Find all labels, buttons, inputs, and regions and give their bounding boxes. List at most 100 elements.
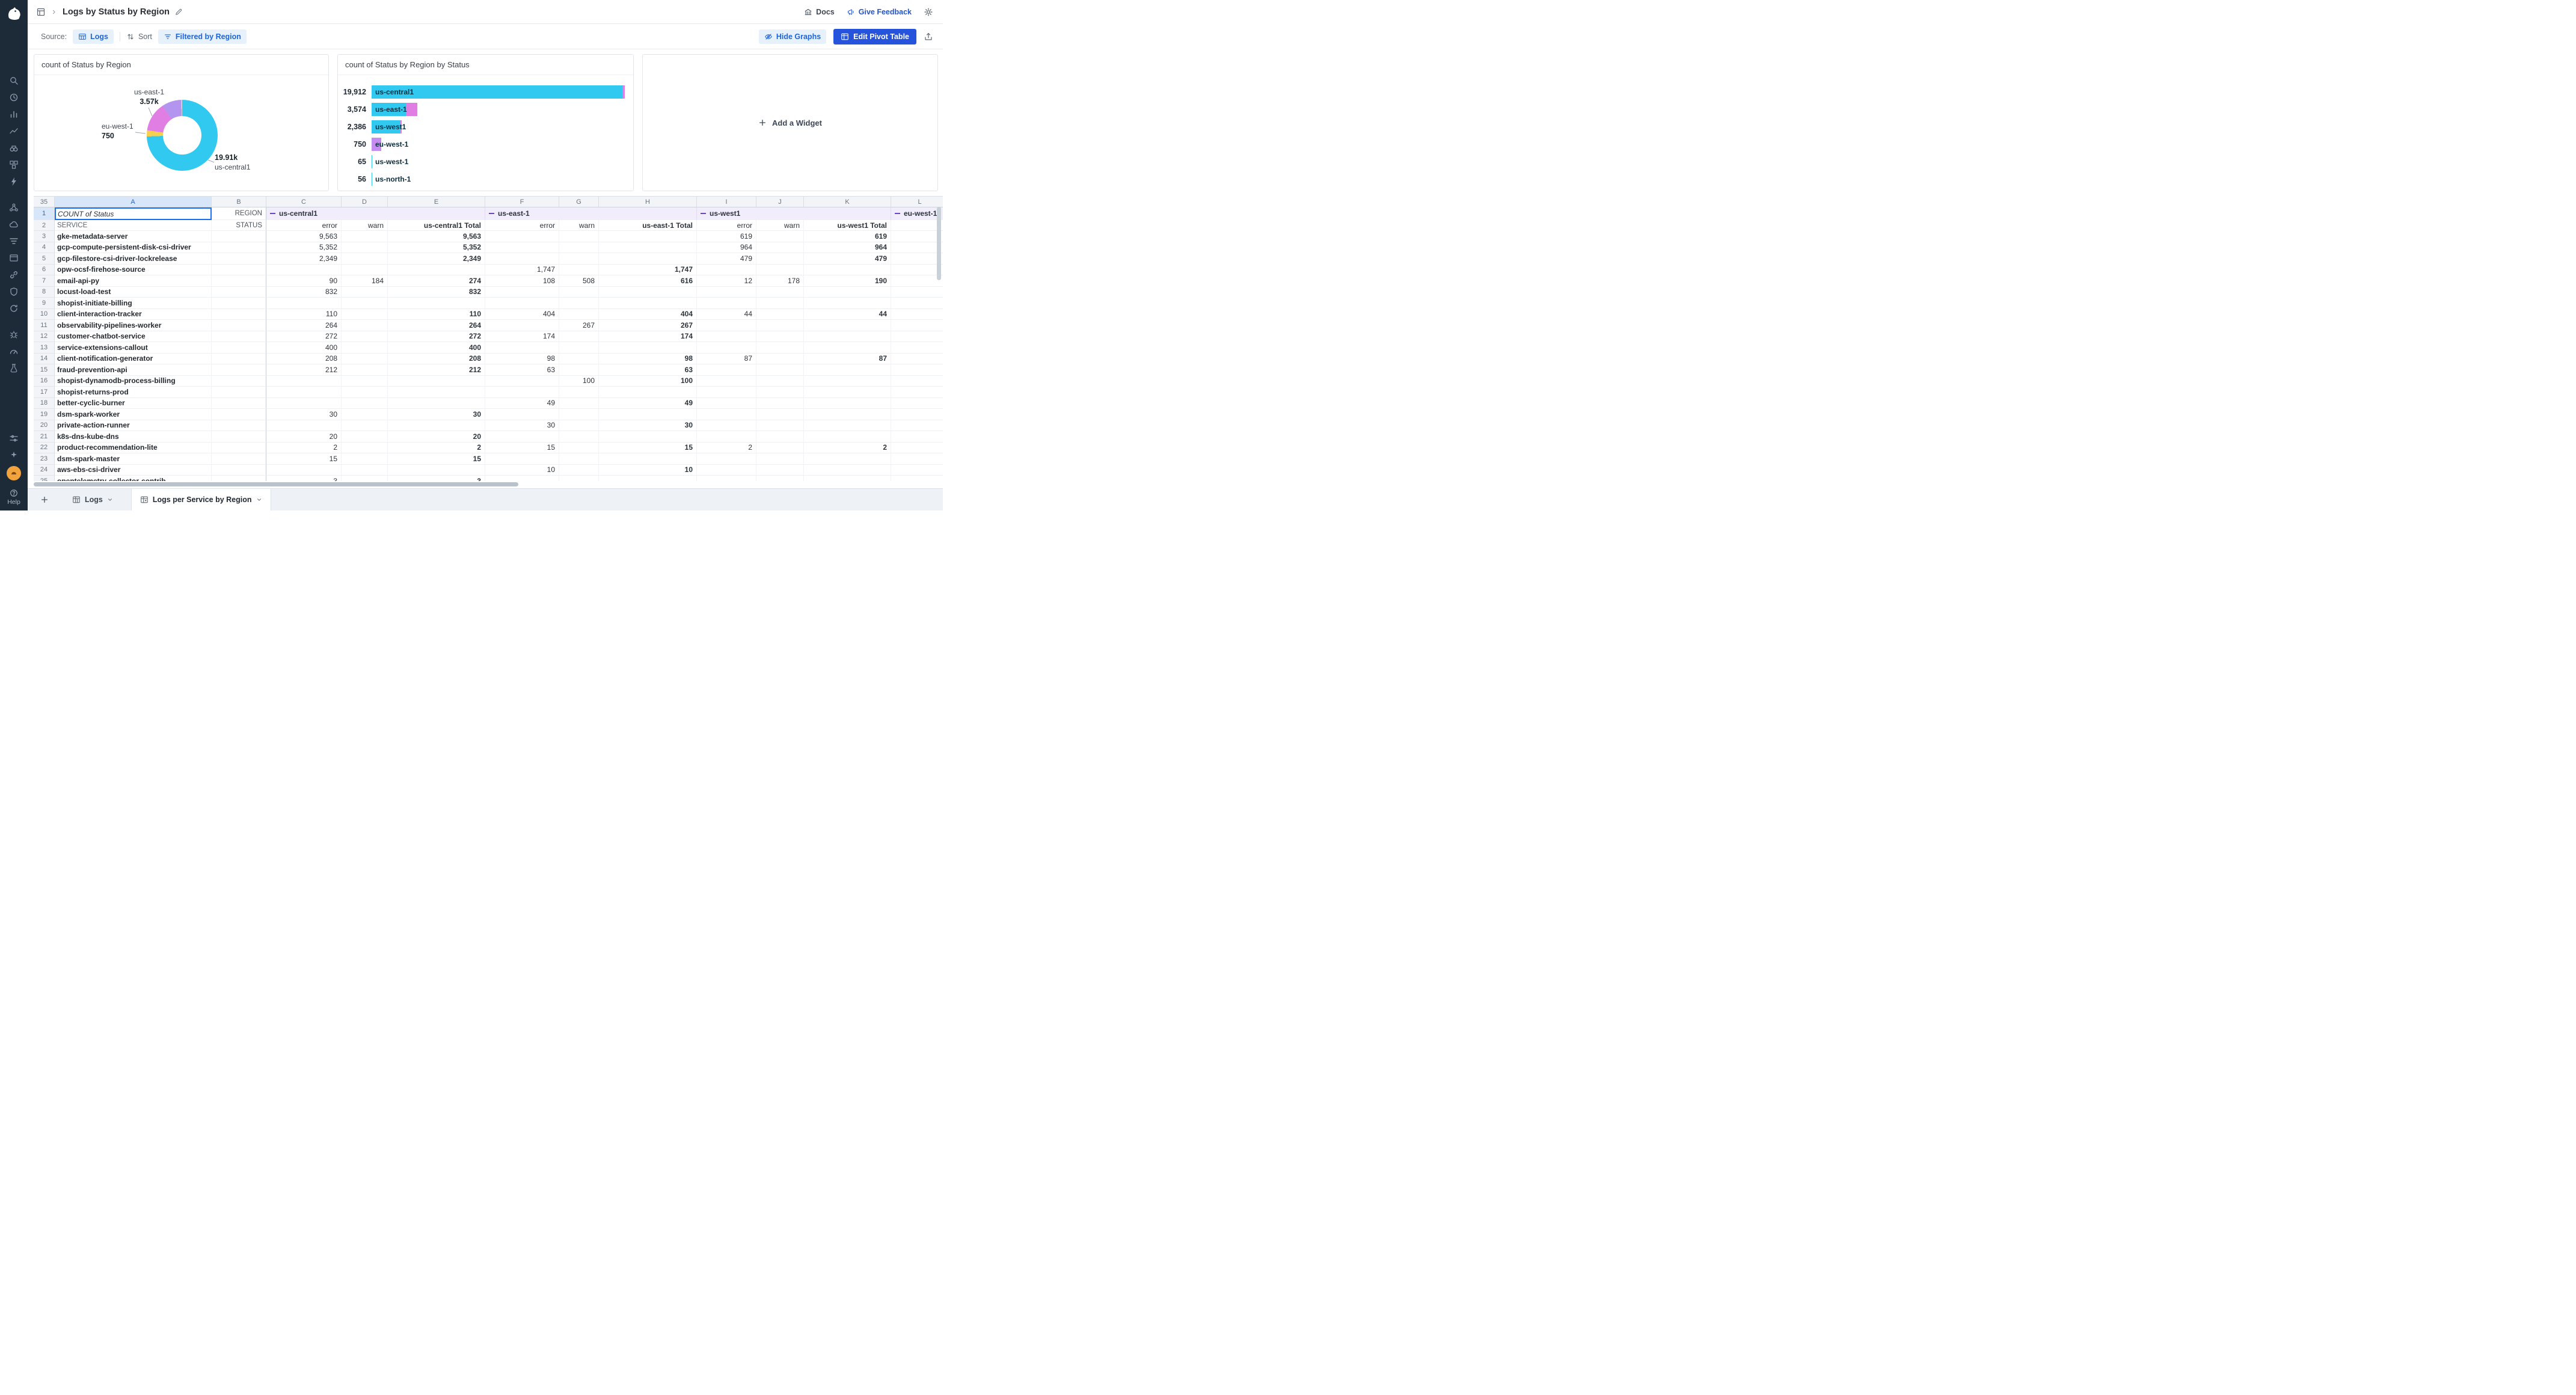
value-cell[interactable]: 508 <box>559 275 599 287</box>
assistant-sparkle-icon[interactable] <box>4 447 23 464</box>
value-cell[interactable] <box>756 309 804 320</box>
value-cell[interactable]: 272 <box>388 331 485 343</box>
row-header-18[interactable]: 18 <box>34 398 55 409</box>
datadog-logo-icon[interactable] <box>5 5 22 22</box>
value-cell[interactable]: 15 <box>599 443 697 454</box>
cell[interactable] <box>891 242 943 254</box>
region-label-cell[interactable]: REGION <box>212 207 266 220</box>
sort-button[interactable]: Sort <box>126 32 152 41</box>
value-cell[interactable]: 479 <box>697 253 756 265</box>
value-cell[interactable] <box>804 364 891 376</box>
vertical-scrollbar[interactable] <box>937 207 941 280</box>
cell[interactable] <box>891 320 943 331</box>
value-cell[interactable]: 619 <box>697 231 756 242</box>
value-cell[interactable]: 30 <box>485 420 559 432</box>
value-cell[interactable] <box>342 253 388 265</box>
value-cell[interactable] <box>804 331 891 343</box>
apm-icon[interactable] <box>4 173 23 190</box>
value-cell[interactable]: 30 <box>388 409 485 420</box>
row-header-19[interactable]: 19 <box>34 409 55 420</box>
value-cell[interactable] <box>559 364 599 376</box>
value-cell[interactable] <box>559 409 599 420</box>
value-cell[interactable]: 100 <box>559 376 599 387</box>
value-cell[interactable]: 110 <box>388 309 485 320</box>
value-cell[interactable] <box>804 431 891 443</box>
value-cell[interactable] <box>559 387 599 398</box>
value-cell[interactable] <box>485 387 559 398</box>
value-cell[interactable] <box>485 409 559 420</box>
value-cell[interactable] <box>756 342 804 354</box>
value-cell[interactable]: 832 <box>388 287 485 298</box>
gear-icon[interactable] <box>924 7 933 17</box>
service-cell[interactable]: product-recommendation-lite <box>55 443 212 454</box>
status-col-header[interactable]: us-central1 Total <box>388 220 485 231</box>
value-cell[interactable] <box>559 342 599 354</box>
value-cell[interactable]: 100 <box>599 376 697 387</box>
value-cell[interactable] <box>756 387 804 398</box>
value-cell[interactable] <box>697 265 756 276</box>
ci-cd-icon[interactable] <box>4 300 23 317</box>
value-cell[interactable]: 87 <box>804 354 891 365</box>
value-cell[interactable] <box>697 453 756 465</box>
cell[interactable] <box>212 476 266 481</box>
value-cell[interactable] <box>559 420 599 432</box>
value-cell[interactable] <box>559 242 599 254</box>
status-col-header[interactable]: warn <box>342 220 388 231</box>
value-cell[interactable]: 964 <box>804 242 891 254</box>
value-cell[interactable] <box>559 476 599 481</box>
value-cell[interactable]: 108 <box>485 275 559 287</box>
row-header-3[interactable]: 3 <box>34 231 55 242</box>
value-cell[interactable] <box>697 409 756 420</box>
column-header-K[interactable]: K <box>804 197 891 207</box>
value-cell[interactable] <box>756 420 804 432</box>
donut-chart[interactable] <box>147 100 218 171</box>
labs-icon[interactable] <box>4 360 23 376</box>
cell[interactable] <box>891 376 943 387</box>
value-cell[interactable] <box>756 431 804 443</box>
value-cell[interactable] <box>804 376 891 387</box>
value-cell[interactable] <box>485 242 559 254</box>
row-header-1[interactable]: 1 <box>34 207 55 220</box>
value-cell[interactable] <box>342 465 388 476</box>
value-cell[interactable] <box>485 231 559 242</box>
value-cell[interactable]: 49 <box>599 398 697 409</box>
status-col-header[interactable]: error <box>697 220 756 231</box>
value-cell[interactable]: 212 <box>266 364 342 376</box>
value-cell[interactable] <box>697 331 756 343</box>
row-header-17[interactable]: 17 <box>34 387 55 398</box>
value-cell[interactable] <box>599 431 697 443</box>
row-header-22[interactable]: 22 <box>34 443 55 454</box>
value-cell[interactable] <box>342 420 388 432</box>
value-cell[interactable]: 49 <box>485 398 559 409</box>
row-header-24[interactable]: 24 <box>34 465 55 476</box>
sheet-grid-icon[interactable] <box>36 7 46 17</box>
region-group-us-central1[interactable]: us-central1 <box>266 207 485 220</box>
value-cell[interactable] <box>697 376 756 387</box>
cell[interactable] <box>212 354 266 365</box>
value-cell[interactable]: 98 <box>599 354 697 365</box>
row-header-8[interactable]: 8 <box>34 287 55 298</box>
value-cell[interactable] <box>388 298 485 309</box>
value-cell[interactable]: 184 <box>342 275 388 287</box>
value-cell[interactable]: 15 <box>388 453 485 465</box>
value-cell[interactable] <box>756 265 804 276</box>
export-icon[interactable] <box>924 32 933 41</box>
value-cell[interactable]: 264 <box>266 320 342 331</box>
value-cell[interactable] <box>559 253 599 265</box>
value-cell[interactable] <box>804 453 891 465</box>
cell[interactable] <box>891 253 943 265</box>
value-cell[interactable]: 2,349 <box>388 253 485 265</box>
value-cell[interactable] <box>388 420 485 432</box>
history-icon[interactable] <box>4 89 23 106</box>
service-cell[interactable]: shopist-initiate-billing <box>55 298 212 309</box>
value-cell[interactable] <box>388 265 485 276</box>
status-col-header[interactable]: us-east-1 Total <box>599 220 697 231</box>
value-cell[interactable]: 15 <box>266 453 342 465</box>
value-cell[interactable] <box>342 398 388 409</box>
tab-logs-per-service-by-region[interactable]: Logs per Service by Region <box>131 489 271 510</box>
row-header-14[interactable]: 14 <box>34 354 55 365</box>
value-cell[interactable] <box>804 342 891 354</box>
value-cell[interactable] <box>266 465 342 476</box>
value-cell[interactable] <box>756 331 804 343</box>
cell[interactable] <box>212 465 266 476</box>
